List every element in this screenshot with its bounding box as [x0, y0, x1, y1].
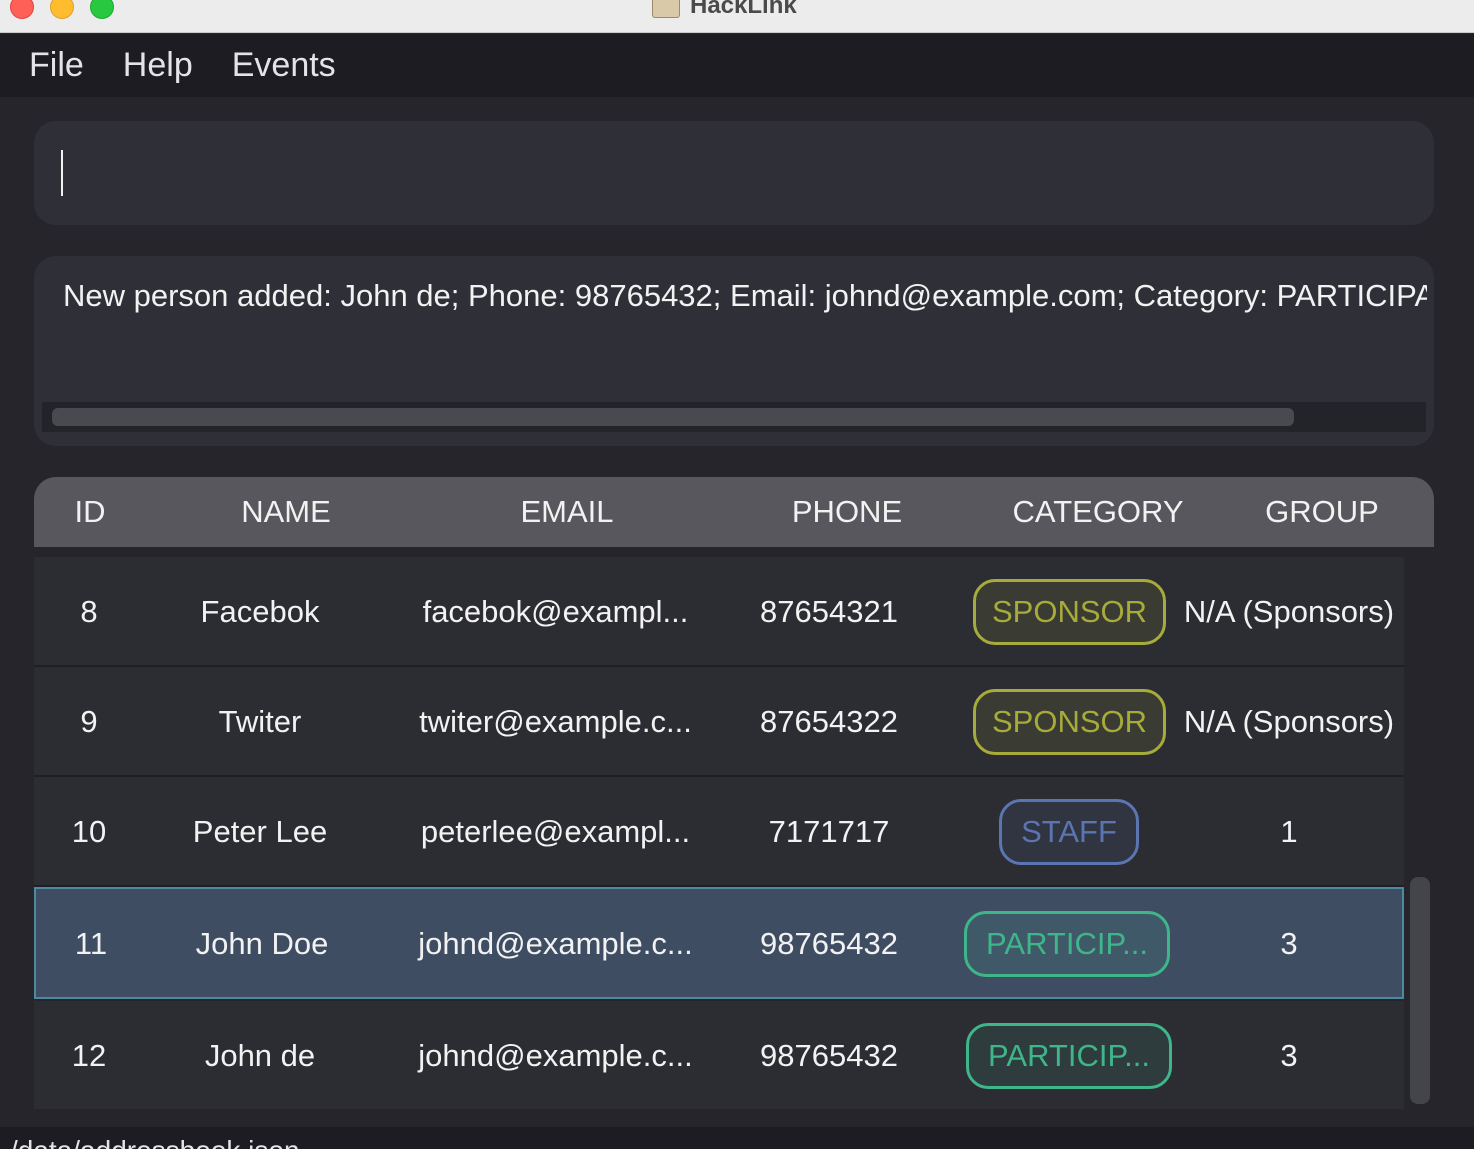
table-row[interactable]: 10 Peter Lee peterlee@exampl... 7171717 … — [34, 777, 1404, 887]
window-title: HackLink — [690, 0, 797, 19]
cell-id: 8 — [80, 594, 98, 629]
window-title-group: HackLink — [652, 0, 797, 20]
column-header-name[interactable]: NAME — [206, 477, 366, 547]
column-header-email[interactable]: EMAIL — [487, 477, 647, 547]
column-header-category[interactable]: CATEGORY — [998, 477, 1198, 547]
table-row[interactable]: 12 John de johnd@example.c... 98765432 P… — [34, 1001, 1404, 1109]
table-row-selected[interactable]: 11 John Doe johnd@example.c... 98765432 … — [34, 887, 1404, 999]
app-icon — [652, 0, 680, 18]
category-badge-sponsor: SPONSOR — [973, 579, 1166, 645]
category-badge-participant: PARTICIP... — [964, 911, 1170, 977]
result-horizontal-scrollbar[interactable] — [42, 402, 1426, 432]
category-badge-staff: STAFF — [999, 799, 1139, 865]
column-header-group[interactable]: GROUP — [1242, 477, 1402, 547]
command-input[interactable] — [34, 121, 1434, 225]
category-badge-participant: PARTICIP... — [966, 1023, 1172, 1089]
cell-id: 10 — [71, 814, 107, 849]
cell-group: 1 — [1280, 814, 1298, 849]
cell-id: 12 — [71, 1038, 107, 1073]
window-close-button[interactable] — [10, 0, 34, 19]
column-header-id[interactable]: ID — [56, 477, 124, 547]
window-titlebar: HackLink — [0, 0, 1474, 33]
cell-email: facebok@exampl... — [422, 594, 689, 629]
cell-group: N/A (Sponsors) — [1183, 594, 1395, 629]
text-caret — [61, 150, 63, 196]
menu-events[interactable]: Events — [232, 46, 336, 85]
window-maximize-button[interactable] — [90, 0, 114, 19]
cell-email: johnd@example.c... — [418, 926, 693, 961]
result-message: New person added: John de; Phone: 987654… — [63, 278, 1427, 313]
cell-name: Facebok — [200, 594, 320, 629]
result-scroll-thumb[interactable] — [52, 408, 1294, 426]
cell-id: 9 — [80, 704, 98, 739]
cell-email: peterlee@exampl... — [420, 814, 691, 849]
cell-phone: 98765432 — [760, 1038, 898, 1073]
result-display: New person added: John de; Phone: 987654… — [34, 256, 1434, 446]
menu-help[interactable]: Help — [123, 46, 193, 85]
category-badge-sponsor: SPONSOR — [973, 689, 1166, 755]
table-vertical-scrollbar[interactable] — [1410, 877, 1430, 1104]
cell-id: 11 — [74, 926, 108, 961]
cell-email: johnd@example.c... — [418, 1038, 693, 1073]
table-header: ID NAME EMAIL PHONE CATEGORY GROUP — [34, 477, 1434, 547]
cell-phone: 7171717 — [768, 814, 890, 849]
table-row[interactable]: 9 Twiter twiter@example.c... 87654322 SP… — [34, 667, 1404, 777]
cell-email: twiter@example.c... — [419, 704, 692, 739]
status-bar: /data/addressbook.json — [0, 1127, 1474, 1149]
cell-group: N/A (Sponsors) — [1183, 704, 1395, 739]
status-file-path: /data/addressbook.json — [10, 1135, 300, 1149]
cell-phone: 98765432 — [760, 926, 898, 961]
cell-name: John de — [204, 1038, 316, 1073]
menu-file[interactable]: File — [29, 46, 84, 85]
menu-bar: File Help Events — [0, 34, 1474, 97]
cell-group: 3 — [1280, 1038, 1298, 1073]
window-minimize-button[interactable] — [50, 0, 74, 19]
table-row[interactable]: 8 Facebok facebok@exampl... 87654321 SPO… — [34, 557, 1404, 667]
cell-phone: 87654321 — [760, 594, 898, 629]
person-table: ID NAME EMAIL PHONE CATEGORY GROUP 8 Fac… — [34, 477, 1434, 1109]
cell-name: John Doe — [195, 926, 329, 961]
column-header-phone[interactable]: PHONE — [767, 477, 927, 547]
cell-group: 3 — [1280, 926, 1298, 961]
cell-phone: 87654322 — [760, 704, 898, 739]
cell-name: Peter Lee — [192, 814, 328, 849]
cell-name: Twiter — [218, 704, 302, 739]
